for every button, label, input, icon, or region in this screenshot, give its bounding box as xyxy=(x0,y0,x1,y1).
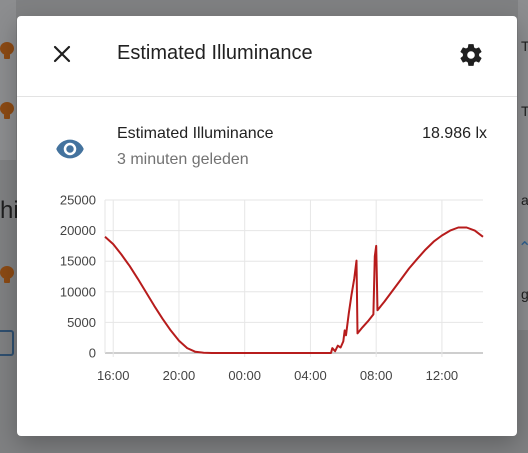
background-chevron-icon: ⌃ xyxy=(518,240,528,257)
x-tick-label: 08:00 xyxy=(360,368,393,383)
lightbulb-icon xyxy=(0,266,14,284)
series-line xyxy=(104,226,484,354)
y-tick-label: 15000 xyxy=(60,254,96,269)
y-tick-label: 25000 xyxy=(60,193,96,208)
x-tick-label: 20:00 xyxy=(163,368,196,383)
background-text-fragment: g xyxy=(521,286,528,302)
history-chart[interactable]: 0 5000 10000 15000 20000 25000 16:00 20:00 00:00… xyxy=(17,16,517,436)
y-tick-label: 10000 xyxy=(60,284,96,299)
background-heading-fragment: hi xyxy=(0,197,19,224)
more-info-dialog: Estimated Illuminance Estimated Illumina… xyxy=(17,16,517,436)
x-tick-label: 04:00 xyxy=(294,368,327,383)
y-tick-label: 0 xyxy=(89,346,96,361)
background-text-fragment: T xyxy=(521,38,528,54)
background-text-fragment: a xyxy=(521,192,528,208)
x-tick-label: 16:00 xyxy=(97,368,130,383)
lightbulb-icon xyxy=(0,42,14,60)
x-tick-label: 12:00 xyxy=(426,368,459,383)
y-tick-label: 20000 xyxy=(60,223,96,238)
y-tick-label: 5000 xyxy=(67,315,96,330)
x-tick-label: 00:00 xyxy=(228,368,261,383)
lightbulb-icon xyxy=(0,102,14,120)
background-card-left xyxy=(0,0,16,160)
background-text-fragment: T xyxy=(521,103,528,119)
background-card-icon xyxy=(0,330,14,356)
